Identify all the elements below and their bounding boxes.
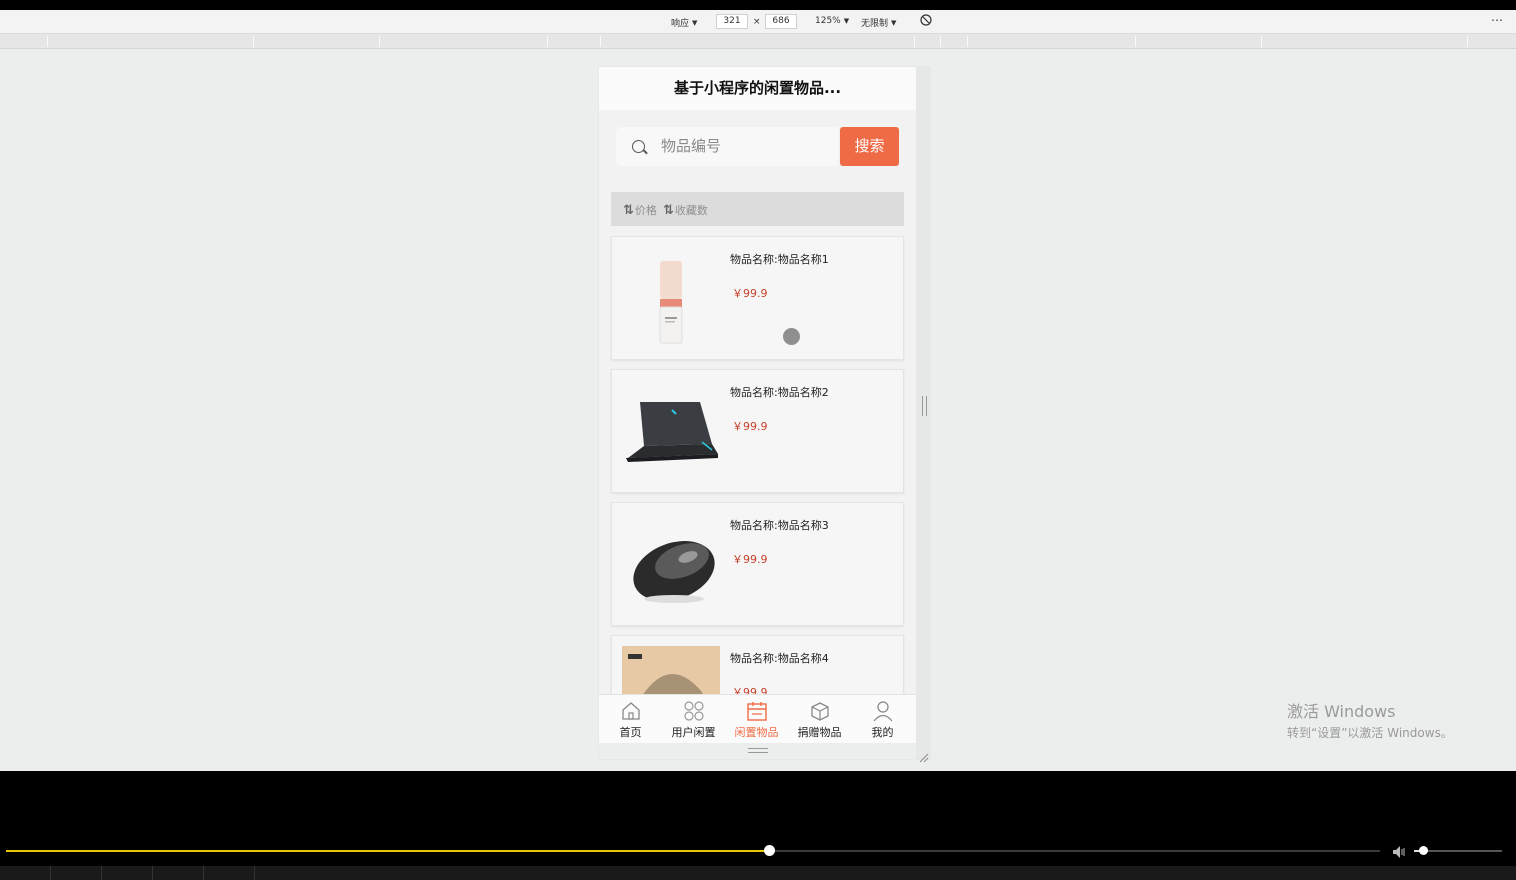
devtools-toolbar: 响应 ▼ 321 × 686 125% ▼ 无限制 ▼ ⋯ (0, 10, 1516, 34)
item-name: 物品名称:物品名称1 (730, 253, 829, 266)
more-options-icon[interactable]: ⋯ (1491, 13, 1503, 27)
volume-knob[interactable] (1418, 846, 1428, 855)
volume-slider[interactable] (1414, 846, 1502, 855)
window-top-edge (0, 0, 1516, 10)
rotate-icon[interactable] (920, 14, 932, 26)
throttle-select[interactable]: 无限制 ▼ (861, 16, 897, 30)
tab-user-idle[interactable]: 用户闲置 (662, 698, 725, 742)
sort-arrows-icon: ⇅ (663, 202, 674, 218)
zoom-select[interactable]: 125% ▼ (815, 16, 849, 26)
grid-icon (683, 701, 704, 721)
zoom-label: 125% (815, 16, 841, 26)
resize-corner-handle[interactable] (919, 748, 929, 763)
sort-favorites-label: 收藏数 (674, 204, 708, 217)
watermark-subtitle: 转到“设置”以激活 Windows。 (1287, 726, 1453, 740)
page-title: 基于小程序的闲置物品... (599, 67, 916, 110)
tab-user-idle-label: 用户闲置 (671, 726, 716, 739)
item-name: 物品名称:物品名称4 (730, 652, 829, 665)
sort-by-favorites[interactable]: ⇅ 收藏数 (663, 202, 708, 218)
tab-donated-items-label: 捐赠物品 (797, 726, 842, 739)
progress-knob[interactable] (763, 845, 775, 856)
chevron-down-icon: ▼ (692, 18, 698, 27)
sort-bar: ⇅ 价格 ⇅ 收藏数 (611, 192, 904, 226)
bottom-tabbar: 首页 用户闲置 闲置物品 捐赠物品 我的 (599, 694, 916, 743)
windows-activation-watermark: 激活 Windows 转到“设置”以激活 Windows。 (1287, 698, 1453, 741)
home-icon (621, 702, 640, 720)
tab-donated-items[interactable]: 捐赠物品 (788, 698, 851, 742)
throttle-label: 无限制 (861, 19, 889, 29)
width-input[interactable]: 321 (716, 14, 748, 29)
sort-price-label: 价格 (634, 204, 657, 217)
height-input[interactable]: 686 (765, 14, 797, 29)
device-viewport-stage: 基于小程序的闲置物品... 搜索 ⇅ 价格 ⇅ 收藏数 (0, 49, 1516, 771)
device-mode-select[interactable]: 响应 ▼ (671, 16, 698, 30)
item-name: 物品名称:物品名称3 (730, 519, 829, 532)
item-price: ￥99.9 (732, 420, 768, 433)
resize-handle-bottom[interactable] (748, 748, 768, 753)
item-image-serum-bottle (622, 247, 720, 351)
volume-icon[interactable] (1392, 844, 1408, 863)
progress-bar[interactable] (6, 845, 1380, 856)
sort-by-price[interactable]: ⇅ 价格 (623, 202, 657, 218)
item-image-laptop (622, 380, 720, 484)
search-input[interactable] (661, 135, 831, 157)
item-name: 物品名称:物品名称2 (730, 386, 829, 399)
media-query-ruler (0, 34, 1516, 49)
device-bottom-edge (599, 743, 916, 759)
watermark-title: 激活 Windows (1287, 702, 1396, 721)
box-icon (810, 702, 829, 721)
item-card[interactable]: 物品名称:物品名称1 ￥99.9 (611, 236, 904, 360)
touch-cursor (783, 328, 800, 345)
search-icon (632, 140, 645, 153)
mini-program-screen: 基于小程序的闲置物品... 搜索 ⇅ 价格 ⇅ 收藏数 (599, 67, 916, 759)
item-price: ￥99.9 (732, 553, 768, 566)
sort-arrows-icon: ⇅ (623, 202, 634, 218)
tab-home-label: 首页 (619, 726, 642, 739)
item-card[interactable]: 物品名称:物品名称3 ￥99.9 (611, 502, 904, 626)
progress-fill (6, 850, 769, 852)
tab-idle-items-label: 闲置物品 (734, 726, 779, 739)
video-player-controls (0, 771, 1516, 880)
search-button[interactable]: 搜索 (840, 127, 899, 166)
chevron-down-icon: ▼ (843, 17, 850, 25)
search-box (616, 127, 838, 166)
item-card[interactable]: 物品名称:物品名称2 ￥99.9 (611, 369, 904, 493)
chevron-down-icon: ▼ (891, 18, 897, 27)
item-price: ￥99.9 (732, 287, 768, 300)
calendar-icon (746, 702, 767, 721)
tab-home[interactable]: 首页 (599, 698, 662, 742)
tab-mine-label: 我的 (871, 726, 894, 739)
tab-idle-items[interactable]: 闲置物品 (725, 698, 788, 742)
resize-handle-right[interactable] (922, 396, 927, 416)
device-mode-label: 响应 (671, 19, 690, 29)
tab-mine[interactable]: 我的 (851, 698, 914, 742)
player-bottom-strip (0, 866, 1516, 880)
dimension-separator: × (753, 17, 761, 27)
item-image-mouse (622, 513, 720, 617)
user-icon (872, 701, 893, 722)
